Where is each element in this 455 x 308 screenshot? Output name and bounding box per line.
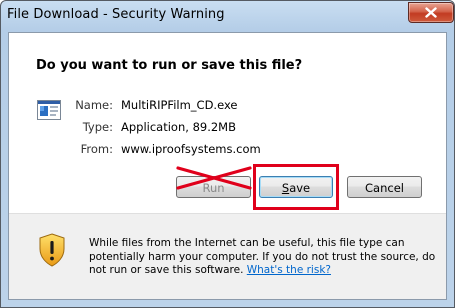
- security-shield-warning-icon: [39, 233, 65, 267]
- name-label: Name:: [75, 98, 113, 112]
- from-label: From:: [80, 142, 113, 156]
- whats-the-risk-link[interactable]: What's the risk?: [247, 264, 331, 276]
- type-label: Type:: [82, 120, 113, 134]
- window-title: File Download - Security Warning: [7, 7, 225, 22]
- file-info-panel: Do you want to run or save this file? Na…: [9, 33, 446, 213]
- red-cross-annotation: [176, 166, 252, 190]
- close-button[interactable]: [408, 2, 454, 23]
- security-warning-text: While files from the Internet can be use…: [89, 237, 441, 278]
- file-source-value: www.iproofsystems.com: [121, 142, 261, 156]
- file-name-value: MultiRIPFilm_CD.exe: [121, 98, 238, 112]
- divider: [9, 213, 446, 214]
- save-highlight-box: [253, 164, 339, 210]
- file-type-value: Application, 89.2MB: [121, 120, 236, 134]
- cancel-button[interactable]: Cancel: [347, 176, 422, 198]
- cancel-button-label: Cancel: [365, 181, 404, 195]
- dialog-window: File Download - Security Warning Do you …: [0, 0, 455, 308]
- dialog-client-area: Do you want to run or save this file? Na…: [8, 32, 447, 300]
- close-icon: [425, 7, 437, 18]
- question-heading: Do you want to run or save this file?: [36, 58, 303, 73]
